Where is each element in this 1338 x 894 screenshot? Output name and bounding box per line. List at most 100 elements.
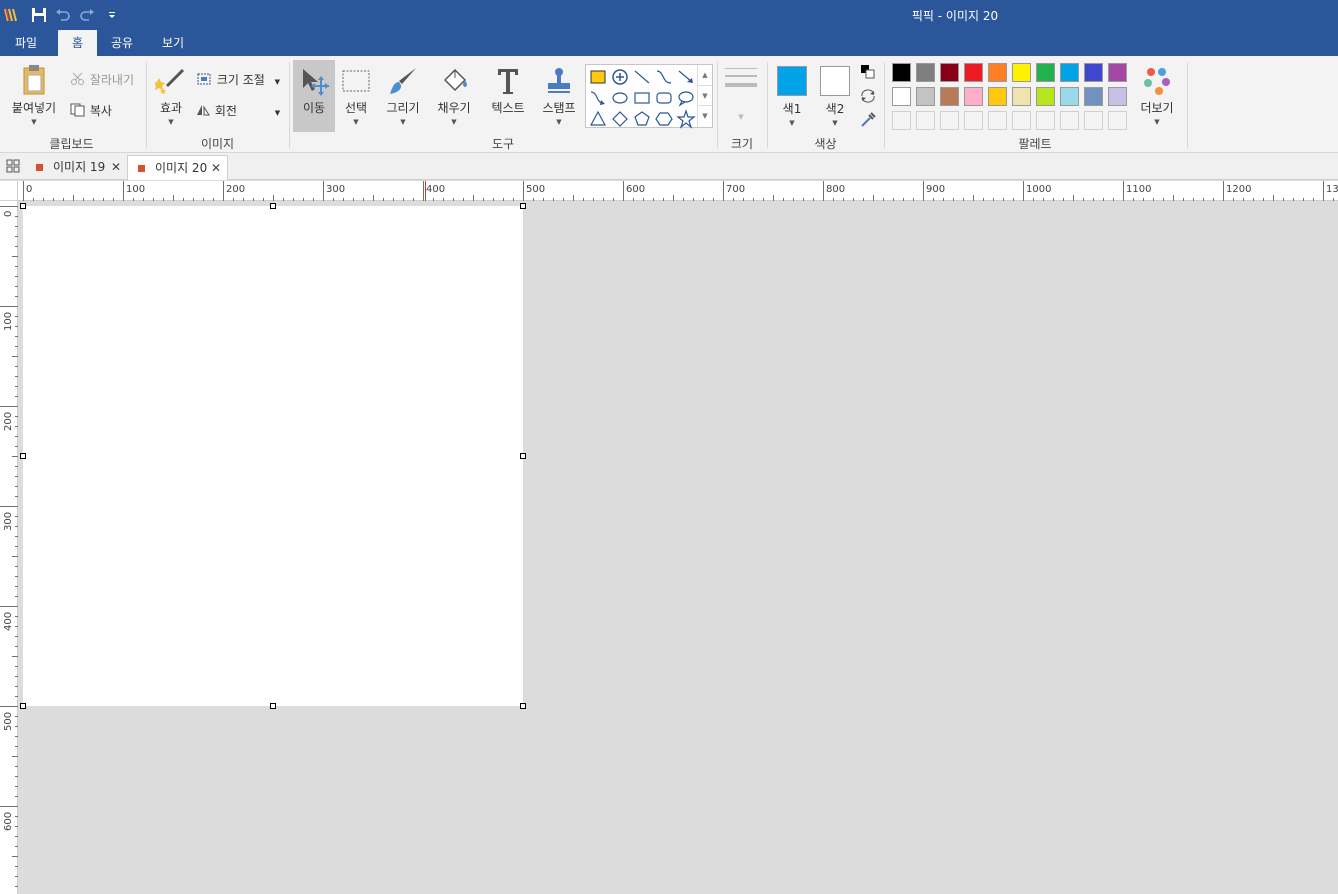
custom-color-slot[interactable] [892, 111, 911, 130]
circle-plus-shape-icon[interactable] [610, 67, 630, 87]
stamp-tool-button[interactable]: 스탬프 ▼ [538, 66, 580, 126]
palette-swatch[interactable] [1012, 63, 1031, 82]
draw-tool-button[interactable]: 그리기 ▼ [384, 66, 422, 126]
cut-button[interactable]: 잘라내기 [70, 72, 134, 88]
tab-view[interactable]: 보기 [152, 30, 194, 56]
custom-color-slot[interactable] [988, 111, 1007, 130]
scroll-down-icon[interactable]: ▼ [698, 85, 712, 105]
swap-colors-icon[interactable] [859, 88, 877, 104]
select-tool-button[interactable]: 선택 ▼ [338, 66, 374, 126]
palette-swatch[interactable] [1108, 87, 1127, 106]
separator [1187, 62, 1188, 148]
text-tool-button[interactable]: 텍스트 [486, 66, 530, 116]
custom-color-slot[interactable] [940, 111, 959, 130]
ribbon: 붙여넣기 ▼ 잘라내기 복사 클립보드 효과 ▼ 크기 조절 ▼ 회전 ▼ 이미… [0, 56, 1338, 153]
diamond-shape-icon[interactable] [610, 109, 630, 129]
tab-home[interactable]: 홈 [58, 30, 97, 56]
palette-swatch[interactable] [916, 87, 935, 106]
curved-arrow-shape-icon[interactable] [588, 88, 608, 108]
close-icon[interactable]: ✕ [211, 156, 221, 180]
effects-button[interactable]: 효과 ▼ [153, 66, 189, 126]
doc-tab-image19[interactable]: 이미지 19 ✕ [26, 155, 127, 180]
palette-swatch[interactable] [1084, 87, 1103, 106]
hexagon-shape-icon[interactable] [654, 109, 674, 129]
custom-color-slot[interactable] [1060, 111, 1079, 130]
resize-handle[interactable] [520, 203, 526, 209]
ruler-label: 600 [3, 811, 14, 831]
resize-handle[interactable] [20, 203, 26, 209]
size-button[interactable]: ▼ [723, 66, 759, 121]
palette-swatch[interactable] [1084, 63, 1103, 82]
palette-swatch[interactable] [1060, 87, 1079, 106]
custom-color-slot[interactable] [964, 111, 983, 130]
rounded-rectangle-shape-icon[interactable] [654, 88, 674, 108]
palette-swatch[interactable] [1108, 63, 1127, 82]
ruler-tick [123, 181, 124, 201]
redo-icon[interactable] [78, 6, 96, 24]
ruler-label: 1000 [1026, 184, 1052, 195]
ruler-label: 900 [926, 184, 946, 195]
default-colors-icon[interactable] [859, 64, 877, 80]
palette-swatch[interactable] [940, 87, 959, 106]
palette-swatch[interactable] [1036, 87, 1055, 106]
resize-handle[interactable] [20, 703, 26, 709]
eyedropper-icon[interactable] [859, 111, 877, 129]
palette-swatch[interactable] [964, 87, 983, 106]
palette-swatch[interactable] [1060, 63, 1079, 82]
line-shape-icon[interactable] [632, 67, 652, 87]
star-shape-icon[interactable] [676, 109, 696, 129]
fill-tool-button[interactable]: 채우기 ▼ [434, 66, 474, 126]
color-group-label: 색상 [814, 137, 837, 151]
rotate-button[interactable]: 회전 ▼ [195, 103, 280, 119]
move-tool-button[interactable]: 이동 [293, 60, 335, 132]
copy-button[interactable]: 복사 [70, 103, 112, 119]
custom-color-slot[interactable] [1036, 111, 1055, 130]
color1-button[interactable]: 색1 ▼ [775, 66, 809, 127]
tab-file[interactable]: 파일 [0, 30, 52, 56]
palette-swatch[interactable] [940, 63, 959, 82]
resize-handle[interactable] [520, 703, 526, 709]
close-icon[interactable]: ✕ [111, 155, 121, 179]
ruler-label: 500 [3, 711, 14, 731]
pentagon-shape-icon[interactable] [632, 109, 652, 129]
palette-swatch[interactable] [892, 87, 911, 106]
palette-swatch[interactable] [916, 63, 935, 82]
palette-swatch[interactable] [964, 63, 983, 82]
resize-button[interactable]: 크기 조절 ▼ [195, 71, 280, 87]
resize-handle[interactable] [520, 453, 526, 459]
paste-button[interactable]: 붙여넣기 ▼ [6, 64, 62, 126]
doc-tab-image20[interactable]: 이미지 20 ✕ [127, 155, 228, 180]
more-colors-button[interactable]: 더보기 ▼ [1138, 66, 1176, 126]
expand-gallery-icon[interactable]: ▼ [698, 105, 712, 125]
triangle-shape-icon[interactable] [588, 109, 608, 129]
quick-access-dropdown-icon[interactable] [104, 6, 122, 24]
custom-color-slot[interactable] [1084, 111, 1103, 130]
palette-swatch[interactable] [988, 63, 1007, 82]
grid-view-icon[interactable] [6, 159, 20, 173]
color2-button[interactable]: 색2 ▼ [817, 66, 853, 127]
undo-icon[interactable] [54, 6, 72, 24]
rectangle-shape-icon[interactable] [632, 88, 652, 108]
curved-line-shape-icon[interactable] [654, 67, 674, 87]
palette-swatch[interactable] [988, 87, 1007, 106]
save-icon[interactable] [30, 6, 48, 24]
scissors-icon [71, 72, 84, 85]
image-canvas[interactable] [23, 206, 523, 706]
arrow-shape-icon[interactable] [676, 67, 696, 87]
resize-handle[interactable] [270, 203, 276, 209]
speech-bubble-shape-icon[interactable] [676, 88, 696, 108]
ellipse-shape-icon[interactable] [610, 88, 630, 108]
palette-swatch[interactable] [892, 63, 911, 82]
rectangle-select-shape-icon[interactable] [588, 67, 608, 87]
window-title: 픽픽 - 이미지 20 [911, 9, 999, 23]
custom-color-slot[interactable] [916, 111, 935, 130]
custom-color-slot[interactable] [1108, 111, 1127, 130]
custom-color-slot[interactable] [1012, 111, 1031, 130]
scroll-up-icon[interactable]: ▲ [698, 65, 712, 85]
shapes-scroll[interactable]: ▲ ▼ ▼ [697, 65, 712, 127]
palette-swatch[interactable] [1036, 63, 1055, 82]
palette-swatch[interactable] [1012, 87, 1031, 106]
resize-handle[interactable] [20, 453, 26, 459]
resize-handle[interactable] [270, 703, 276, 709]
tab-share[interactable]: 공유 [102, 30, 142, 56]
